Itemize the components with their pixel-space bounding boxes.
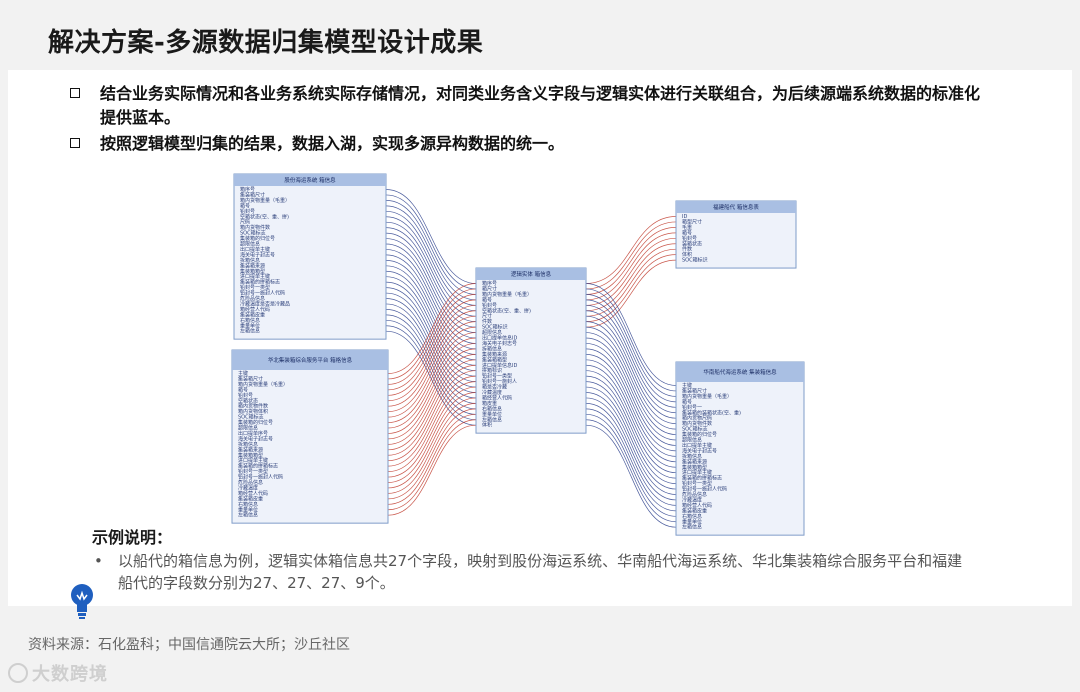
mapping-line [585, 304, 677, 408]
mapping-line [585, 403, 677, 506]
entity-header: 华北集装箱综合服务平台 箱格信息 [268, 356, 353, 364]
mapping-line [585, 408, 677, 512]
mapping-line [387, 424, 477, 516]
example-bullet: • [94, 552, 103, 570]
mapping-line [585, 216, 677, 284]
mapping-line [585, 321, 677, 424]
mapping-line [585, 424, 677, 528]
entity-logic: 逻辑实体 箱信息箱序号箱尺寸箱内货物重量（毛重）箱号铅封号空箱状态(空、重、拼)… [475, 267, 587, 434]
mapping-line [387, 419, 477, 511]
entity-huabei: 华北集装箱综合服务平台 箱格信息主键集装箱尺寸箱内货物重量（毛重）箱号铅封号空箱… [231, 349, 389, 524]
mapping-line [585, 337, 677, 441]
entity-field: 左箱信息 [682, 524, 702, 531]
entity-field: SOC箱标识 [682, 257, 708, 264]
entity-header: 逻辑实体 箱信息 [511, 270, 552, 278]
entity-field: 左箱信息 [238, 512, 258, 519]
mapping-line [585, 283, 677, 386]
mapping-line [585, 294, 677, 397]
mapping-line [585, 364, 677, 468]
mapping-line [585, 419, 677, 523]
mapping-line [585, 370, 677, 474]
mapping-line [585, 397, 677, 501]
mapping-line [585, 315, 677, 419]
entity-huanan: 华南船代海运系统 集装箱信息主键集装箱尺寸箱内货物重量（毛重）箱号铅封号一集装箱… [675, 361, 805, 536]
mapping-line [585, 237, 677, 306]
entity-field: 体积 [482, 422, 492, 429]
mapping-line [585, 354, 677, 457]
logo-icon [8, 663, 28, 683]
mapping-line [585, 248, 677, 317]
watermark-logo: 大数跨境 [8, 660, 108, 686]
mapping-line [387, 413, 477, 505]
mapping-line [585, 232, 677, 301]
entity-header: 华南船代海运系统 集装箱信息 [703, 368, 777, 376]
example-text: 以船代的箱信息为例，逻辑实体箱信息共27个字段，映射到股份海运系统、华南船代海运… [118, 552, 963, 592]
entity-header: 福建船代 箱信息表 [713, 203, 759, 211]
watermark-text: 大数跨境 [32, 664, 108, 685]
mapping-line [585, 254, 677, 322]
mapping-line [585, 386, 677, 490]
entity-fujian: 福建船代 箱信息表ID箱型尺寸毛重箱号铅封号装箱状态件数体积SOC箱标识 [675, 200, 797, 269]
mapping-line [585, 359, 677, 463]
entity-header: 股份海运系统 箱信息 [284, 176, 336, 184]
mapping-line [585, 332, 677, 435]
content-panel: 结合业务实际情况和各业务系统实际存储情况，对同类业务含义字段与逻辑实体进行关联组… [8, 70, 1072, 619]
mapping-line [585, 413, 677, 517]
entity-field: 左箱信息 [240, 328, 260, 335]
mapping-line [585, 375, 677, 479]
page-title: 解决方案-多源数据归集模型设计成果 [48, 28, 484, 58]
mapping-line [585, 310, 677, 414]
mapping-line [585, 326, 677, 430]
mapping-line [585, 288, 677, 392]
mapping-line [585, 348, 677, 452]
mapping-line [585, 259, 677, 328]
source-note: 资料来源：石化盈科；中国信通院云大所；沙丘社区 [28, 637, 350, 653]
lightbulb-icon [71, 584, 93, 619]
mapping-line [585, 299, 677, 403]
mapping-line [585, 243, 677, 312]
entity-gufen: 股份海运系统 箱信息箱序号集装箱尺寸箱内货物重量（毛重）箱号铅封号空箱状态(空、… [233, 173, 387, 340]
mapping-line [585, 392, 677, 495]
mapping-line [585, 221, 677, 290]
mapping-line [585, 381, 677, 484]
mapping-line [585, 227, 677, 295]
mapping-line [585, 343, 677, 446]
example-title: 示例说明： [92, 528, 173, 547]
